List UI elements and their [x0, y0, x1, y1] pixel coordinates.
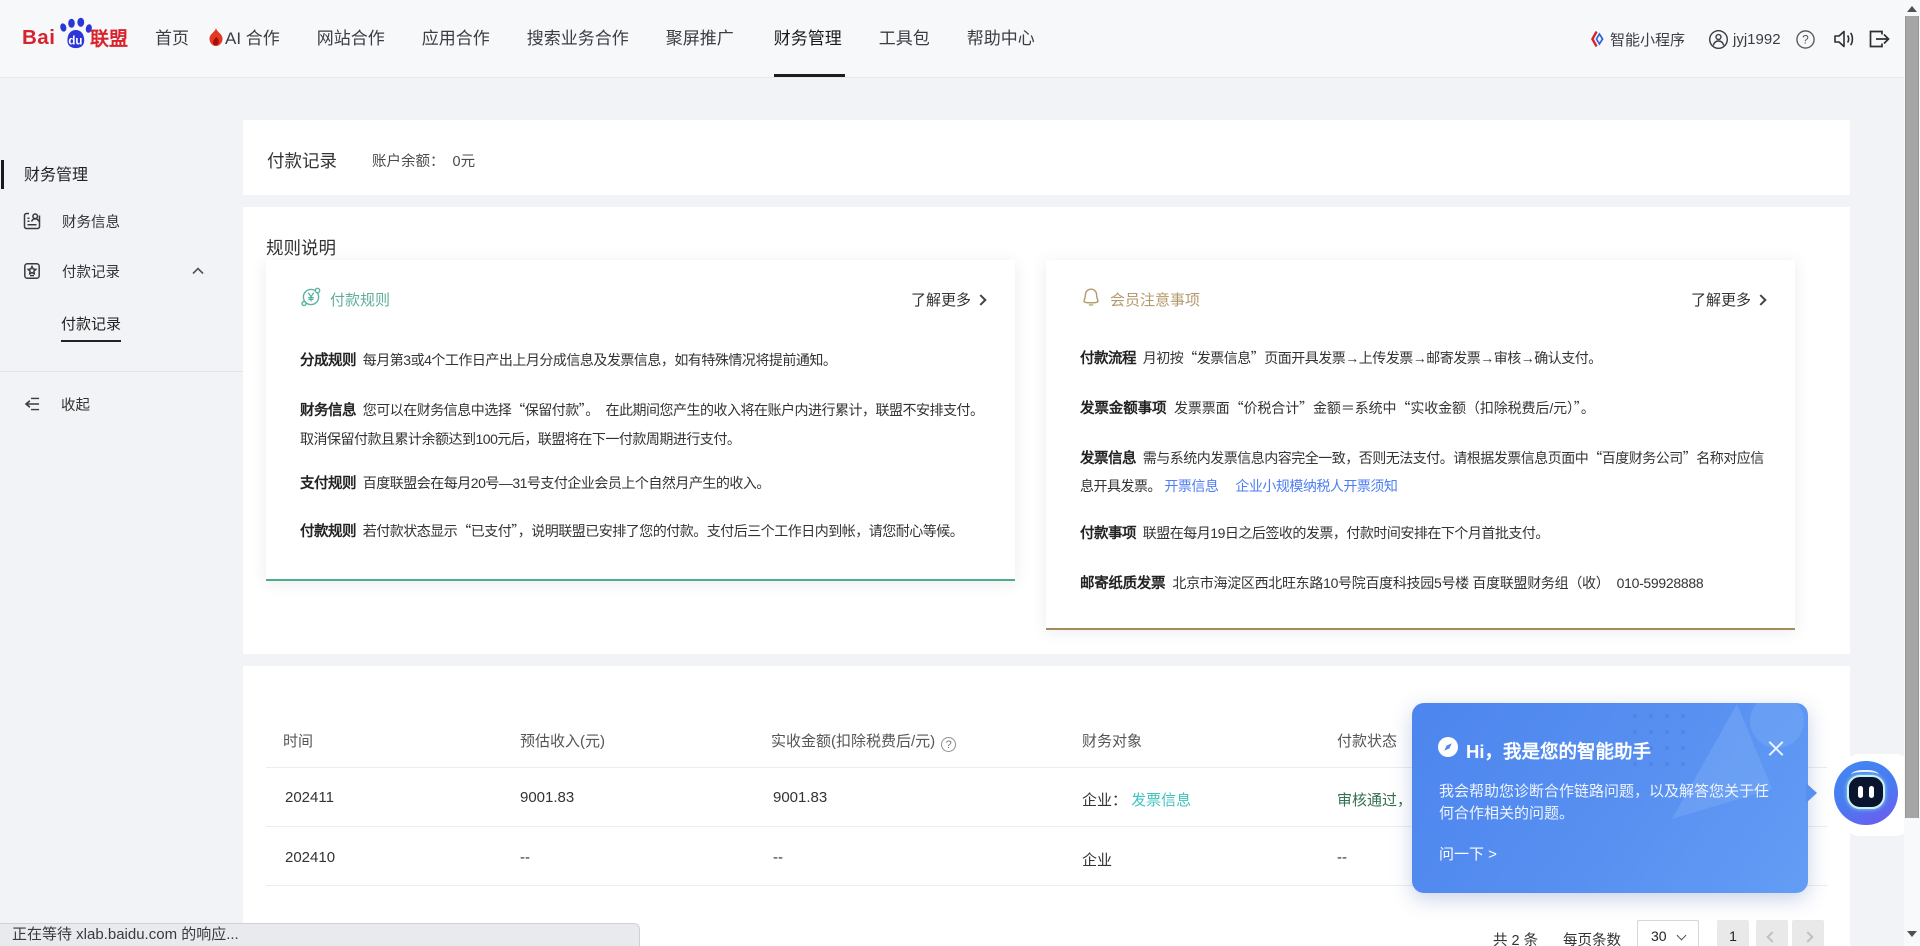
svg-text:Bai: Bai	[22, 26, 55, 49]
svg-text:du: du	[68, 36, 82, 48]
svg-text:联盟: 联盟	[90, 28, 128, 50]
svg-text:?: ?	[1802, 32, 1809, 46]
